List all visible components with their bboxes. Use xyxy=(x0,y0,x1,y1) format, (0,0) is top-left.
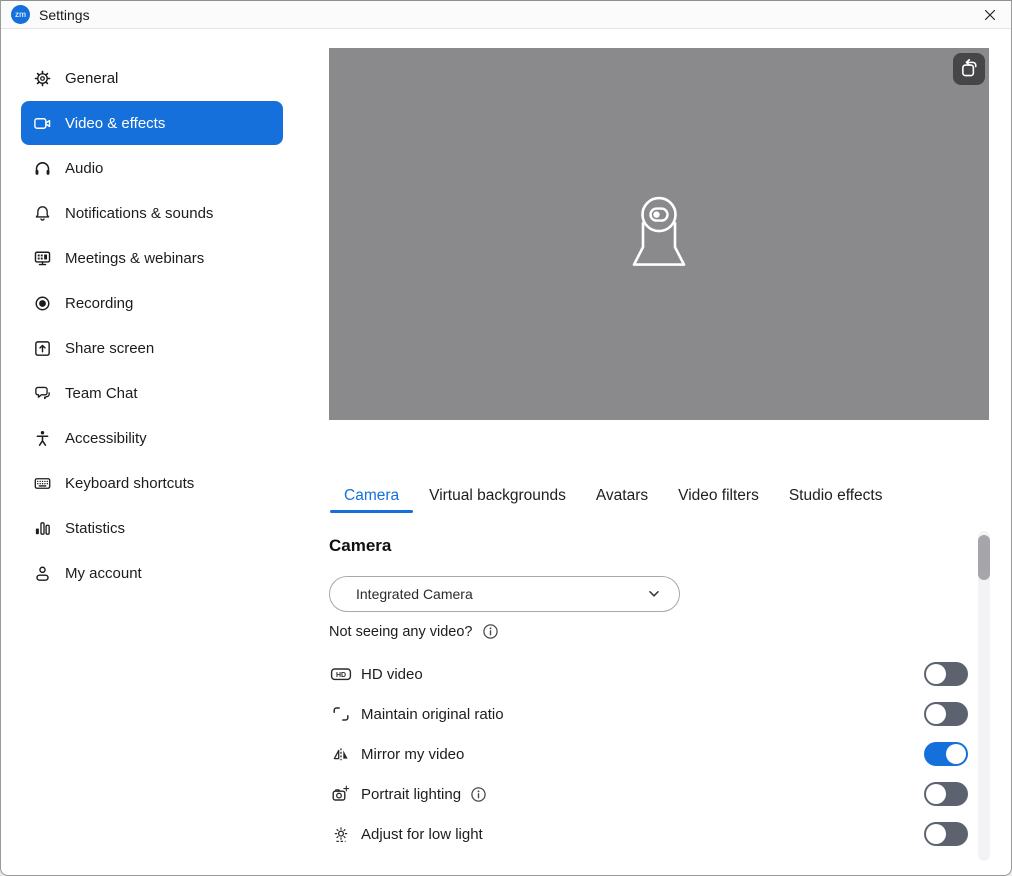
sidebar-item-my-account[interactable]: My account xyxy=(21,551,283,595)
sidebar-item-meetings-webinars[interactable]: Meetings & webinars xyxy=(21,236,283,280)
settings-sidebar: General Video & effects Audio Notifications… xyxy=(1,29,329,596)
settings-window: zm Settings General Video & effects Audio N… xyxy=(0,0,1012,876)
sidebar-item-label: Notifications & sounds xyxy=(65,205,213,222)
window-title: Settings xyxy=(39,7,90,23)
toggle-row-adjust-for-low-light: Adjust for low light xyxy=(329,814,989,854)
toggle-knob xyxy=(926,664,946,684)
toggle-knob xyxy=(926,824,946,844)
toggle-row-mirror-my-video: Mirror my video xyxy=(329,734,989,774)
camera-help-info-icon[interactable] xyxy=(482,623,499,640)
scrollbar-track[interactable] xyxy=(978,531,990,861)
sidebar-item-label: Share screen xyxy=(65,340,154,357)
sidebar-item-recording[interactable]: Recording xyxy=(21,281,283,325)
toggle-row-maintain-original-ratio: Maintain original ratio xyxy=(329,694,989,734)
sidebar-item-audio[interactable]: Audio xyxy=(21,146,283,190)
record-icon xyxy=(33,294,52,313)
bell-icon xyxy=(33,204,52,223)
sidebar-item-label: Accessibility xyxy=(65,430,147,447)
tab-camera[interactable]: Camera xyxy=(329,481,414,511)
low-light-icon xyxy=(329,824,353,844)
tab-video-filters[interactable]: Video filters xyxy=(663,481,774,511)
sidebar-item-label: Audio xyxy=(65,160,103,177)
sidebar-item-label: Recording xyxy=(65,295,133,312)
sidebar-item-team-chat[interactable]: Team Chat xyxy=(21,371,283,415)
hd-video-toggle[interactable] xyxy=(924,662,968,686)
tab-studio-effects[interactable]: Studio effects xyxy=(774,481,898,511)
keyboard-icon xyxy=(33,474,52,493)
chevron-down-icon xyxy=(645,585,663,603)
adjust-for-low-light-toggle[interactable] xyxy=(924,822,968,846)
gear-icon xyxy=(33,69,52,88)
hd-icon: HD xyxy=(329,664,353,684)
sidebar-item-keyboard-shortcuts[interactable]: Keyboard shortcuts xyxy=(21,461,283,505)
chat-icon xyxy=(33,384,52,403)
camera-help-row: Not seeing any video? xyxy=(329,623,499,640)
portrait-lighting-toggle[interactable] xyxy=(924,782,968,806)
video-settings-panel: CameraVirtual backgroundsAvatarsVideo fi… xyxy=(329,29,1012,876)
toggle-row-portrait-lighting: Portrait lighting xyxy=(329,774,989,814)
portrait-lighting-info-icon[interactable] xyxy=(470,786,487,803)
camera-section-heading: Camera xyxy=(329,536,391,556)
svg-text:HD: HD xyxy=(336,672,346,679)
sidebar-item-label: My account xyxy=(65,565,142,582)
mirror-icon xyxy=(329,744,353,764)
tab-virtual-backgrounds[interactable]: Virtual backgrounds xyxy=(414,481,581,511)
sidebar-item-statistics[interactable]: Statistics xyxy=(21,506,283,550)
sidebar-item-share-screen[interactable]: Share screen xyxy=(21,326,283,370)
video-preview xyxy=(329,48,989,420)
share-screen-icon xyxy=(33,339,52,358)
camera-toggle-list: HD HD video Maintain original ratio Mirror … xyxy=(329,654,989,854)
toggle-knob xyxy=(926,784,946,804)
toggle-knob xyxy=(946,744,966,764)
toggle-label: HD video xyxy=(361,666,423,683)
video-camera-icon xyxy=(33,114,52,133)
toggle-label: Portrait lighting xyxy=(361,786,461,803)
sidebar-item-general[interactable]: General xyxy=(21,56,283,100)
close-icon xyxy=(981,6,999,24)
toggle-row-hd-video: HD HD video xyxy=(329,654,989,694)
sidebar-item-label: Statistics xyxy=(65,520,125,537)
sidebar-item-label: Video & effects xyxy=(65,115,165,132)
sidebar-item-label: General xyxy=(65,70,118,87)
tab-avatars[interactable]: Avatars xyxy=(581,481,663,511)
video-tabs: CameraVirtual backgroundsAvatarsVideo fi… xyxy=(329,481,897,511)
camera-help-link[interactable]: Not seeing any video? xyxy=(329,624,473,640)
title-bar: zm Settings xyxy=(1,1,1011,29)
toggle-label: Maintain original ratio xyxy=(361,706,504,723)
ratio-icon xyxy=(329,704,353,724)
sidebar-item-label: Keyboard shortcuts xyxy=(65,475,194,492)
toggle-label: Mirror my video xyxy=(361,746,464,763)
webcam-icon xyxy=(613,188,705,278)
scrollbar-thumb[interactable] xyxy=(978,535,990,580)
rotate-preview-button[interactable] xyxy=(953,53,985,85)
close-button[interactable] xyxy=(977,3,1003,27)
sidebar-item-notifications-sounds[interactable]: Notifications & sounds xyxy=(21,191,283,235)
maintain-original-ratio-toggle[interactable] xyxy=(924,702,968,726)
sidebar-item-accessibility[interactable]: Accessibility xyxy=(21,416,283,460)
headphones-icon xyxy=(33,159,52,178)
statistics-icon xyxy=(33,519,52,538)
toggle-knob xyxy=(926,704,946,724)
camera-select-value: Integrated Camera xyxy=(356,586,473,602)
rotate-icon xyxy=(955,55,983,83)
zoom-logo-icon: zm xyxy=(11,5,30,24)
sidebar-item-label: Team Chat xyxy=(65,385,138,402)
mirror-my-video-toggle[interactable] xyxy=(924,742,968,766)
sidebar-item-video-effects[interactable]: Video & effects xyxy=(21,101,283,145)
account-icon xyxy=(33,564,52,583)
sidebar-item-label: Meetings & webinars xyxy=(65,250,204,267)
accessibility-icon xyxy=(33,429,52,448)
camera-select[interactable]: Integrated Camera xyxy=(329,576,680,612)
toggle-label: Adjust for low light xyxy=(361,826,483,843)
portrait-lighting-icon xyxy=(329,784,353,804)
meeting-screen-icon xyxy=(33,249,52,268)
